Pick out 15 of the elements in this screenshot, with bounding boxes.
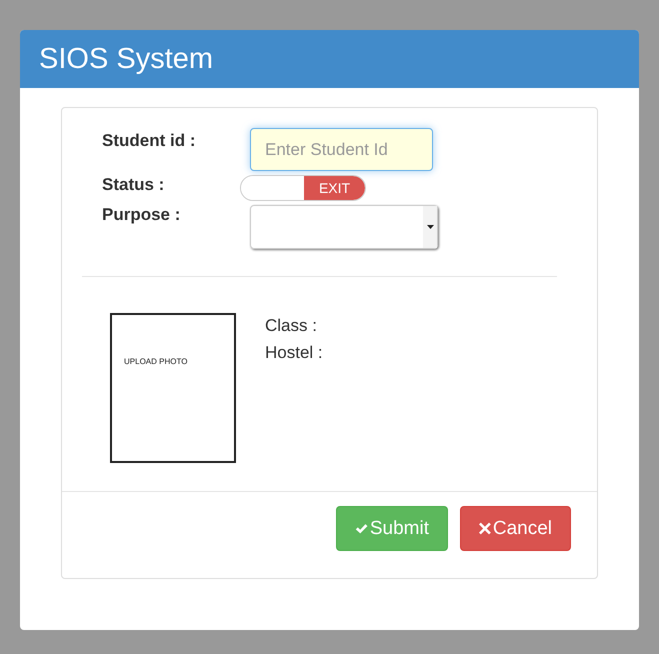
- purpose-dropdown[interactable]: [250, 205, 438, 249]
- close-icon: [479, 522, 491, 535]
- photo-upload-box[interactable]: UPLOAD PHOTO: [110, 313, 236, 463]
- detail-label: Class :: [265, 315, 318, 337]
- field-label: Student id :: [102, 130, 196, 151]
- checkmark-icon: [355, 522, 368, 536]
- window-title: SIOS System: [39, 42, 214, 76]
- cancel-button[interactable]: Cancel: [460, 506, 571, 551]
- status-toggle[interactable]: EXIT: [240, 175, 366, 201]
- student-id-field[interactable]: Enter Student Id: [250, 128, 433, 171]
- field-label: Purpose :: [102, 205, 182, 225]
- submit-button[interactable]: Submit: [336, 506, 448, 551]
- detail-label: Hostel :: [265, 342, 323, 364]
- field-label: Status :: [102, 175, 166, 195]
- caret-icon: [426, 225, 434, 229]
